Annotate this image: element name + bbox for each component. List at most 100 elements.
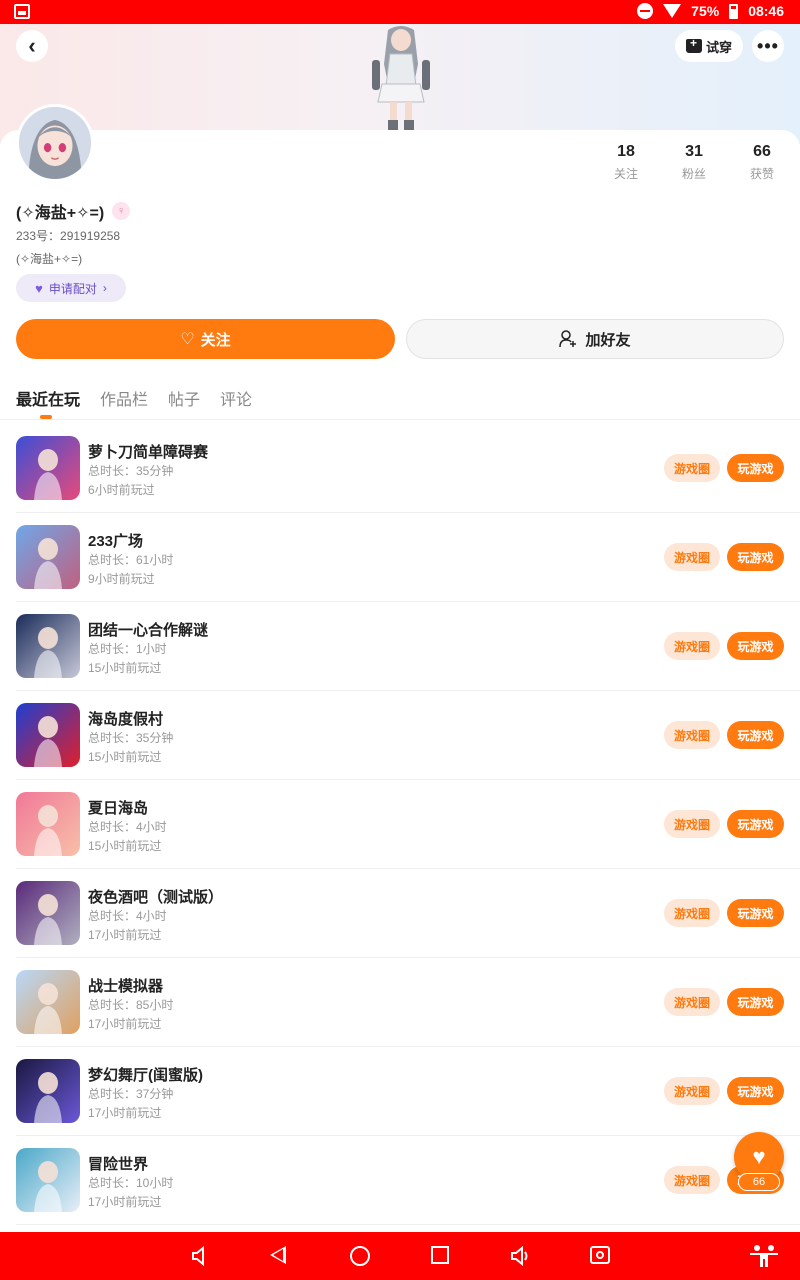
back-button[interactable]: ‹ xyxy=(16,30,48,62)
accessibility-people-icon[interactable] xyxy=(748,1244,780,1268)
game-circle-button[interactable]: 游戏圈 xyxy=(664,454,720,482)
game-total-duration: 总时长：4小时 xyxy=(88,909,167,923)
game-total-duration: 总时长：10小时 xyxy=(88,1176,174,1190)
username: (✧海盐+✧=) xyxy=(16,205,105,222)
game-icon[interactable] xyxy=(16,792,80,856)
volume-up-icon[interactable] xyxy=(511,1246,531,1266)
game-name: 冒险世界 xyxy=(88,1156,149,1173)
stat-likes-label: 获赞 xyxy=(749,167,774,181)
play-game-button[interactable]: 玩游戏 xyxy=(727,988,784,1016)
game-icon[interactable] xyxy=(16,525,80,589)
tab-posts[interactable]: 帖子 xyxy=(168,386,200,410)
game-name: 团结一心合作解谜 xyxy=(88,622,209,639)
game-circle-button[interactable]: 游戏圈 xyxy=(664,1077,720,1105)
game-circle-button[interactable]: 游戏圈 xyxy=(664,1166,720,1194)
battery-icon xyxy=(729,3,739,19)
status-bar: 75% 08:46 xyxy=(0,0,800,24)
image-notification-icon xyxy=(14,4,30,19)
game-row[interactable]: 海岛度假村 总时长：35分钟 15小时前玩过 游戏圈 玩游戏 xyxy=(16,691,800,780)
game-row[interactable]: 夜色酒吧（测试版） 总时长：4小时 17小时前玩过 游戏圈 玩游戏 xyxy=(16,869,800,958)
game-row[interactable]: 冒险世界 总时长：10小时 17小时前玩过 游戏圈 玩游戏 xyxy=(16,1136,800,1225)
stat-following[interactable]: 18 关注 xyxy=(596,143,656,182)
game-last-played: 17小时前玩过 xyxy=(88,928,162,942)
try-on-button[interactable]: 试穿 xyxy=(675,30,743,62)
nav-home-icon[interactable] xyxy=(350,1246,370,1266)
heart-icon: ♥ xyxy=(752,1144,766,1169)
game-row[interactable]: 梦幻舞厅(闺蜜版) 总时长：37分钟 17小时前玩过 游戏圈 玩游戏 xyxy=(16,1047,800,1136)
back-arrow-icon: ‹ xyxy=(28,33,36,58)
wifi-icon xyxy=(663,4,682,18)
female-gender-icon: ♀ xyxy=(112,202,131,220)
play-game-button[interactable]: 玩游戏 xyxy=(727,632,784,660)
play-game-button[interactable]: 玩游戏 xyxy=(727,721,784,749)
follow-label: 关注 xyxy=(200,331,231,349)
game-row[interactable]: 233广场 总时长：61小时 9小时前玩过 游戏圈 玩游戏 xyxy=(16,513,800,602)
volume-down-icon[interactable] xyxy=(192,1246,208,1266)
stat-fans[interactable]: 31 粉丝 xyxy=(664,143,724,182)
game-last-played: 17小时前玩过 xyxy=(88,1195,162,1209)
tab-recently-played[interactable]: 最近在玩 xyxy=(16,386,80,419)
chevron-right-icon: › xyxy=(102,281,107,295)
game-circle-button[interactable]: 游戏圈 xyxy=(664,899,720,927)
tab-works[interactable]: 作品栏 xyxy=(100,386,148,410)
game-circle-button[interactable]: 游戏圈 xyxy=(664,543,720,571)
game-total-duration: 总时长：35分钟 xyxy=(88,731,174,745)
game-name: 233广场 xyxy=(88,533,144,550)
apply-match-button[interactable]: ♥ 申请配对 › xyxy=(16,274,126,302)
screenshot-icon[interactable] xyxy=(590,1246,610,1264)
stat-following-label: 关注 xyxy=(613,167,638,181)
play-game-button[interactable]: 玩游戏 xyxy=(727,810,784,838)
game-circle-button[interactable]: 游戏圈 xyxy=(664,721,720,749)
play-game-button[interactable]: 玩游戏 xyxy=(727,454,784,482)
game-circle-button[interactable]: 游戏圈 xyxy=(664,810,720,838)
game-last-played: 17小时前玩过 xyxy=(88,1017,162,1031)
game-total-duration: 总时长：85小时 xyxy=(88,998,174,1012)
game-total-duration: 总时长：61小时 xyxy=(88,553,174,567)
game-icon[interactable] xyxy=(16,614,80,678)
follow-button[interactable]: ♡ 关注 xyxy=(16,319,395,359)
game-icon[interactable] xyxy=(16,1059,80,1123)
game-name: 夜色酒吧（测试版） xyxy=(88,889,224,906)
game-last-played: 17小时前玩过 xyxy=(88,1106,162,1120)
nav-back-icon[interactable] xyxy=(270,1246,286,1264)
tab-comments[interactable]: 评论 xyxy=(220,386,252,410)
profile-tabs: 最近在玩 作品栏 帖子 评论 xyxy=(16,386,252,419)
game-row[interactable]: 团结一心合作解谜 总时长：1小时 15小时前玩过 游戏圈 玩游戏 xyxy=(16,602,800,691)
try-on-label: 试穿 xyxy=(705,39,732,55)
game-name: 夏日海岛 xyxy=(88,800,149,817)
clock: 08:46 xyxy=(748,3,784,19)
game-icon[interactable] xyxy=(16,970,80,1034)
game-last-played: 15小时前玩过 xyxy=(88,661,162,675)
game-name: 战士模拟器 xyxy=(88,978,164,995)
play-game-button[interactable]: 玩游戏 xyxy=(727,543,784,571)
game-total-duration: 总时长：4小时 xyxy=(88,820,167,834)
game-row[interactable]: 萝卜刀简单障碍赛 总时长：35分钟 6小时前玩过 游戏圈 玩游戏 xyxy=(16,424,800,513)
game-icon[interactable] xyxy=(16,436,80,500)
stat-following-value: 18 xyxy=(617,143,635,160)
stat-fans-label: 粉丝 xyxy=(681,167,706,181)
add-friend-button[interactable]: 加好友 xyxy=(406,319,784,359)
game-icon[interactable] xyxy=(16,881,80,945)
stat-likes[interactable]: 66 获赞 xyxy=(732,143,792,182)
stat-fans-value: 31 xyxy=(685,143,703,160)
game-icon[interactable] xyxy=(16,1148,80,1212)
apply-match-label: 申请配对 xyxy=(48,281,97,296)
game-last-played: 6小时前玩过 xyxy=(88,483,155,497)
game-last-played: 15小时前玩过 xyxy=(88,839,162,853)
game-row[interactable]: 夏日海岛 总时长：4小时 15小时前玩过 游戏圈 玩游戏 xyxy=(16,780,800,869)
heart-plus-icon: ♡ xyxy=(180,331,195,348)
play-game-button[interactable]: 玩游戏 xyxy=(727,899,784,927)
game-circle-button[interactable]: 游戏圈 xyxy=(664,988,720,1016)
nav-recents-icon[interactable] xyxy=(431,1246,449,1264)
avatar[interactable] xyxy=(16,104,94,182)
game-icon[interactable] xyxy=(16,703,80,767)
game-total-duration: 总时长：35分钟 xyxy=(88,464,174,478)
play-game-button[interactable]: 玩游戏 xyxy=(727,1077,784,1105)
system-navigation-bar xyxy=(0,1232,800,1280)
game-circle-button[interactable]: 游戏圈 xyxy=(664,632,720,660)
more-options-button[interactable]: ••• xyxy=(752,30,784,62)
user-bio: (✧海盐+✧=) xyxy=(16,252,83,266)
game-total-duration: 总时长：37分钟 xyxy=(88,1087,174,1101)
game-row[interactable]: 战士模拟器 总时长：85小时 17小时前玩过 游戏圈 玩游戏 xyxy=(16,958,800,1047)
game-last-played: 15小时前玩过 xyxy=(88,750,162,764)
